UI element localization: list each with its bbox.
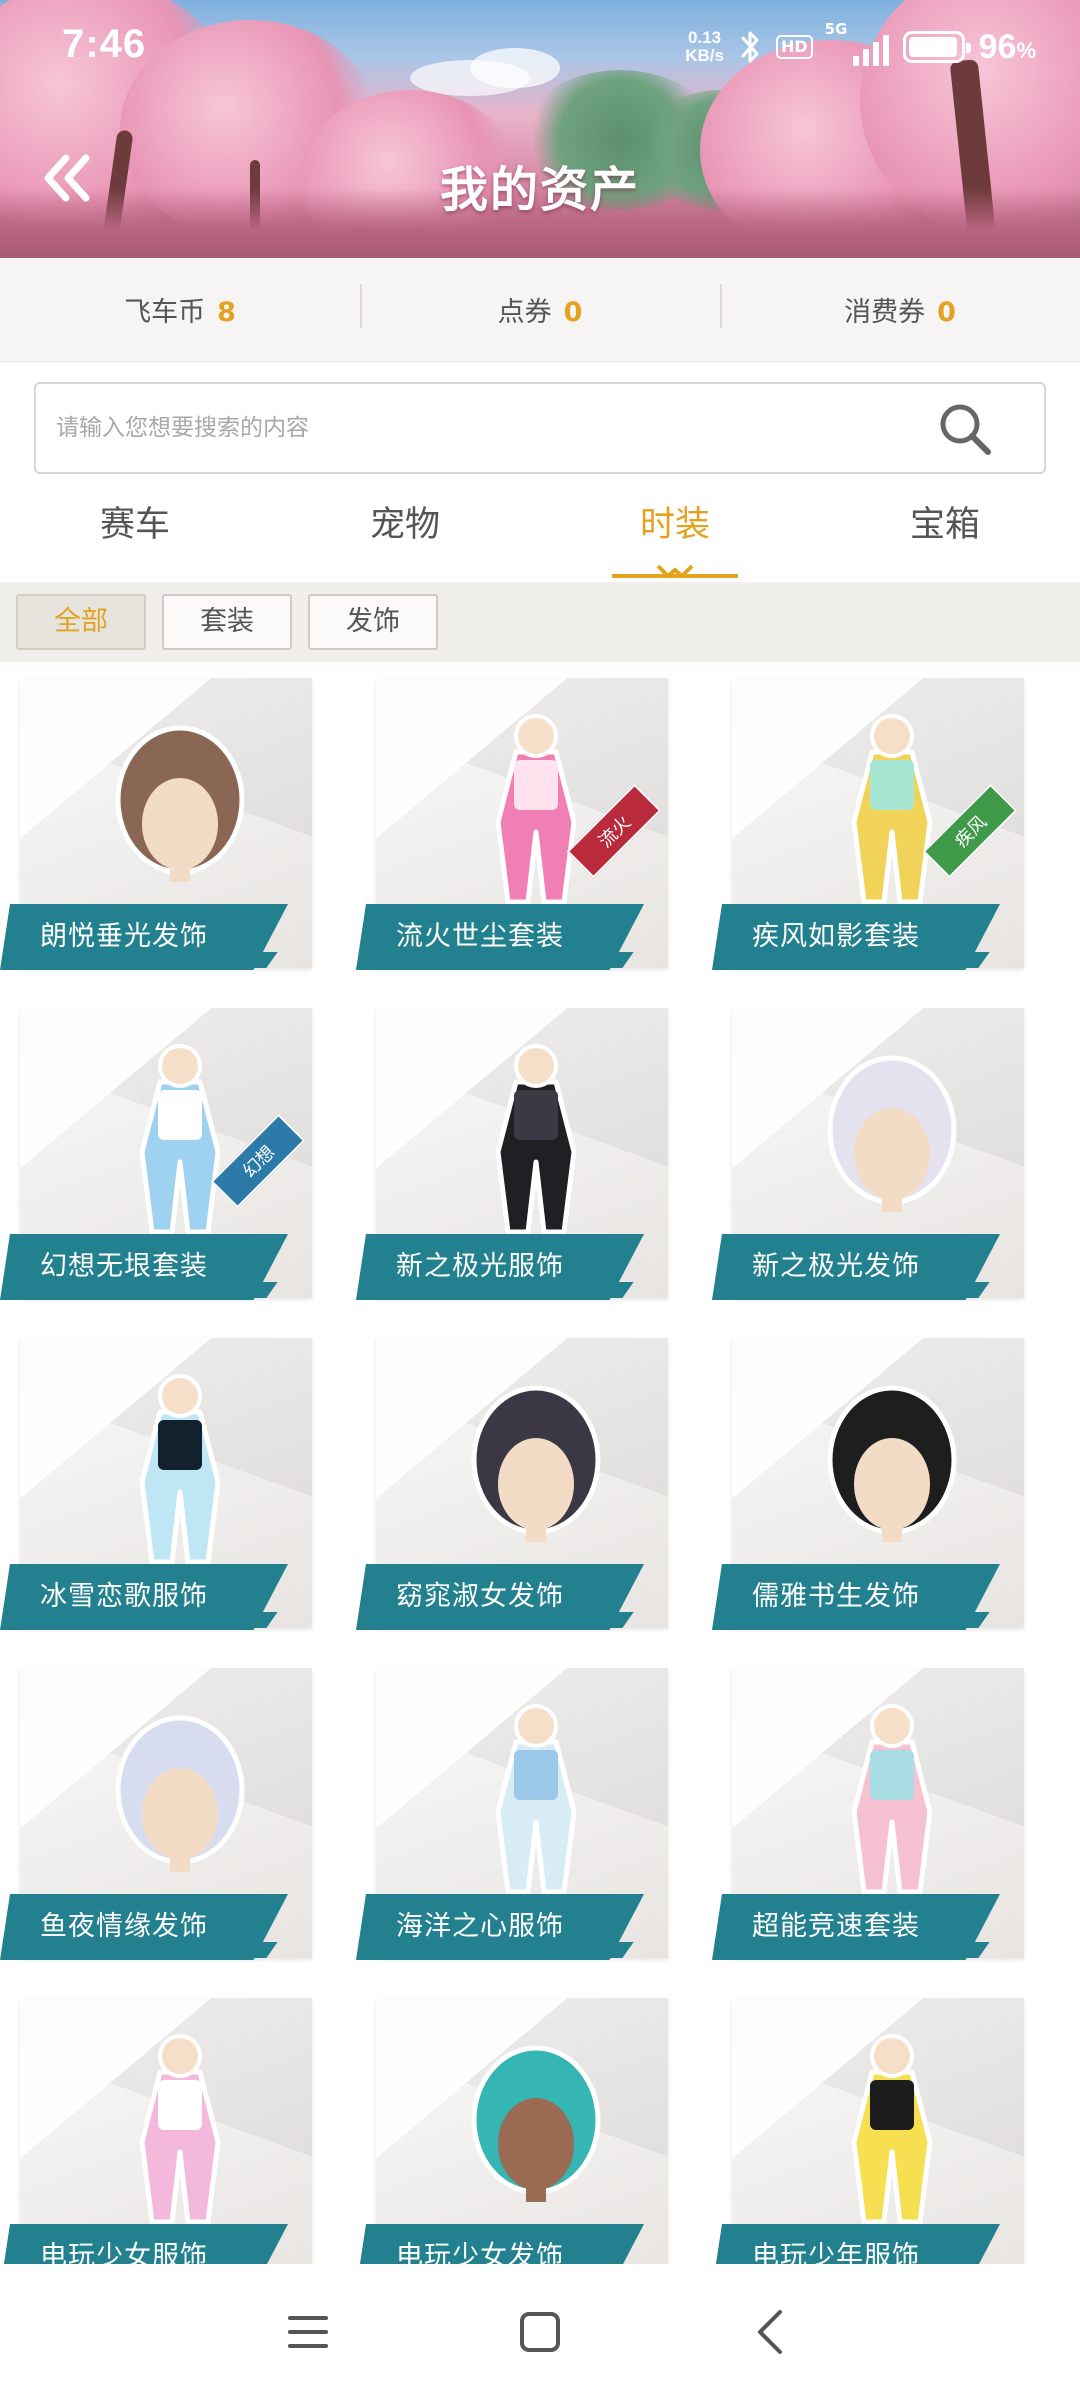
beanie-hat-icon bbox=[827, 1385, 957, 1542]
category-tabs: 赛车 宠物 时装 宝箱 bbox=[0, 486, 1080, 579]
signal-bar bbox=[852, 56, 859, 66]
item-name-label: 电玩少女服饰 bbox=[0, 2224, 288, 2264]
fashion-item-card[interactable]: 电玩少女服饰 bbox=[0, 1982, 312, 2264]
battery-icon bbox=[902, 31, 971, 63]
hd-icon: HD bbox=[775, 35, 813, 59]
racer-suit-icon bbox=[851, 1704, 933, 1895]
hair-silver-icon bbox=[115, 1715, 245, 1872]
item-name-label: 海洋之心服饰 bbox=[356, 1894, 644, 1960]
status-icons: 0.13 KB/s HD 5G 96% bbox=[685, 20, 1036, 70]
fashion-item-card[interactable]: 冰雪恋歌服饰 bbox=[0, 1322, 312, 1632]
green-suit-icon bbox=[851, 714, 933, 905]
signal-label: 5G bbox=[824, 20, 848, 38]
item-name-label: 电玩少年服饰 bbox=[712, 2224, 1000, 2264]
item-name-label: 儒雅书生发饰 bbox=[712, 1564, 1000, 1630]
item-name-label: 电玩少女发饰 bbox=[356, 2224, 644, 2264]
currency-feicheb: 飞车币 8 bbox=[0, 290, 360, 329]
hair-white-icon bbox=[827, 1055, 957, 1212]
item-name-label: 冰雪恋歌服饰 bbox=[0, 1564, 288, 1630]
network-speed: 0.13 KB/s bbox=[685, 29, 724, 65]
item-name-label: 窈窕淑女发饰 bbox=[356, 1564, 644, 1630]
currency-value: 8 bbox=[217, 297, 236, 328]
fashion-item-card[interactable]: 幻想 幻想无垠套装 bbox=[0, 992, 312, 1302]
tab-cars[interactable]: 赛车 bbox=[0, 486, 270, 578]
fashion-item-card[interactable]: 新之极光服饰 bbox=[356, 992, 668, 1302]
menu-icon[interactable] bbox=[278, 2302, 338, 2362]
item-name-label: 朗悦垂光发饰 bbox=[0, 904, 288, 970]
filter-row: 全部 套装 发饰 bbox=[0, 582, 1080, 662]
active-tab-indicator bbox=[612, 564, 738, 579]
back-arrow-icon[interactable] bbox=[742, 2302, 802, 2362]
search-input[interactable] bbox=[56, 384, 936, 472]
battery-nub bbox=[965, 43, 971, 53]
page-title: 我的资产 bbox=[439, 162, 640, 218]
fashion-item-card[interactable]: 电玩少年服饰 bbox=[712, 1982, 1024, 2264]
ocean-dress-icon bbox=[495, 1704, 577, 1895]
fashion-item-card[interactable]: 朗悦垂光发饰 bbox=[0, 662, 312, 972]
item-name-label: 超能竞速套装 bbox=[712, 1894, 1000, 1960]
network-speed-unit: KB/s bbox=[685, 46, 724, 65]
item-name-label: 流火世尘套装 bbox=[356, 904, 644, 970]
fashion-item-card[interactable]: 海洋之心服饰 bbox=[356, 1652, 668, 1962]
status-bar: 7:46 0.13 KB/s HD 5G 96% bbox=[0, 0, 1080, 96]
header-banner: 7:46 0.13 KB/s HD 5G 96% 我的资产 bbox=[0, 0, 1080, 258]
ice-outfit-icon bbox=[139, 1374, 221, 1565]
currency-label: 点券 bbox=[497, 297, 552, 328]
bluetooth-icon bbox=[741, 31, 759, 63]
fashion-item-card[interactable]: 超能竞速套装 bbox=[712, 1652, 1024, 1962]
currency-label: 消费券 bbox=[844, 297, 926, 328]
item-grid: 朗悦垂光发饰 流火 流火世尘套装 疾风 疾风如影套装幻想 幻想无垠套装 新之极光服饰 新之极光… bbox=[0, 662, 1080, 2264]
currency-label: 飞车币 bbox=[124, 297, 206, 328]
gamer-boy-outfit-icon bbox=[851, 2034, 933, 2225]
currency-dianquan: 点券 0 bbox=[360, 284, 720, 329]
fashion-item-card[interactable]: 流火 流火世尘套装 bbox=[356, 662, 668, 972]
gamer-girl-hair-icon bbox=[471, 2045, 601, 2202]
fashion-item-card[interactable]: 窈窕淑女发饰 bbox=[356, 1322, 668, 1632]
tab-fashion-label: 时装 bbox=[639, 505, 710, 545]
item-name-label: 疾风如影套装 bbox=[712, 904, 1000, 970]
currency-value: 0 bbox=[563, 297, 583, 328]
item-name-label: 鱼夜情缘发饰 bbox=[0, 1894, 288, 1960]
system-nav-bar bbox=[0, 2264, 1080, 2400]
currency-bar: 飞车币 8 点券 0 消费券 0 bbox=[0, 258, 1080, 362]
hair-bun-brown-icon bbox=[115, 725, 245, 882]
currency-value: 0 bbox=[937, 297, 956, 328]
signal-bar bbox=[862, 49, 869, 66]
search-icon[interactable] bbox=[936, 400, 994, 458]
fashion-item-card[interactable]: 电玩少女发饰 bbox=[356, 1982, 668, 2264]
signal-bar bbox=[882, 35, 889, 66]
battery-value: 96 bbox=[978, 27, 1017, 66]
filter-hair-button[interactable]: 发饰 bbox=[308, 594, 438, 650]
signal-bar bbox=[872, 42, 879, 66]
item-name-label: 新之极光服饰 bbox=[356, 1234, 644, 1300]
home-square-icon[interactable] bbox=[510, 2302, 570, 2362]
currency-xiaofeiquan: 消费券 0 bbox=[720, 284, 1080, 329]
hair-black-icon bbox=[471, 1385, 601, 1542]
filter-all-button[interactable]: 全部 bbox=[16, 594, 146, 650]
tab-pets[interactable]: 宠物 bbox=[270, 486, 540, 578]
fashion-item-card[interactable]: 疾风 疾风如影套装 bbox=[712, 662, 1024, 972]
tab-fashion[interactable]: 时装 bbox=[540, 486, 810, 579]
pink-suit-icon bbox=[495, 714, 577, 905]
battery-percent: 96% bbox=[979, 28, 1036, 67]
search-box bbox=[34, 382, 1046, 474]
battery-fill bbox=[908, 37, 957, 57]
item-name-label: 新之极光发饰 bbox=[712, 1234, 1000, 1300]
signal-icon: 5G bbox=[825, 20, 889, 66]
tab-chests[interactable]: 宝箱 bbox=[810, 486, 1080, 578]
fashion-item-card[interactable]: 鱼夜情缘发饰 bbox=[0, 1652, 312, 1962]
blue-suit-icon bbox=[139, 1044, 221, 1235]
black-suit-icon bbox=[495, 1044, 577, 1235]
gamer-girl-outfit-icon bbox=[139, 2034, 221, 2225]
item-name-label: 幻想无垠套装 bbox=[0, 1234, 288, 1300]
battery-unit: % bbox=[1016, 37, 1036, 63]
fashion-item-card[interactable]: 新之极光发饰 bbox=[712, 992, 1024, 1302]
filter-suit-button[interactable]: 套装 bbox=[162, 594, 292, 650]
network-speed-value: 0.13 bbox=[688, 28, 722, 47]
status-time: 7:46 bbox=[62, 22, 147, 66]
fashion-item-card[interactable]: 儒雅书生发饰 bbox=[712, 1322, 1024, 1632]
